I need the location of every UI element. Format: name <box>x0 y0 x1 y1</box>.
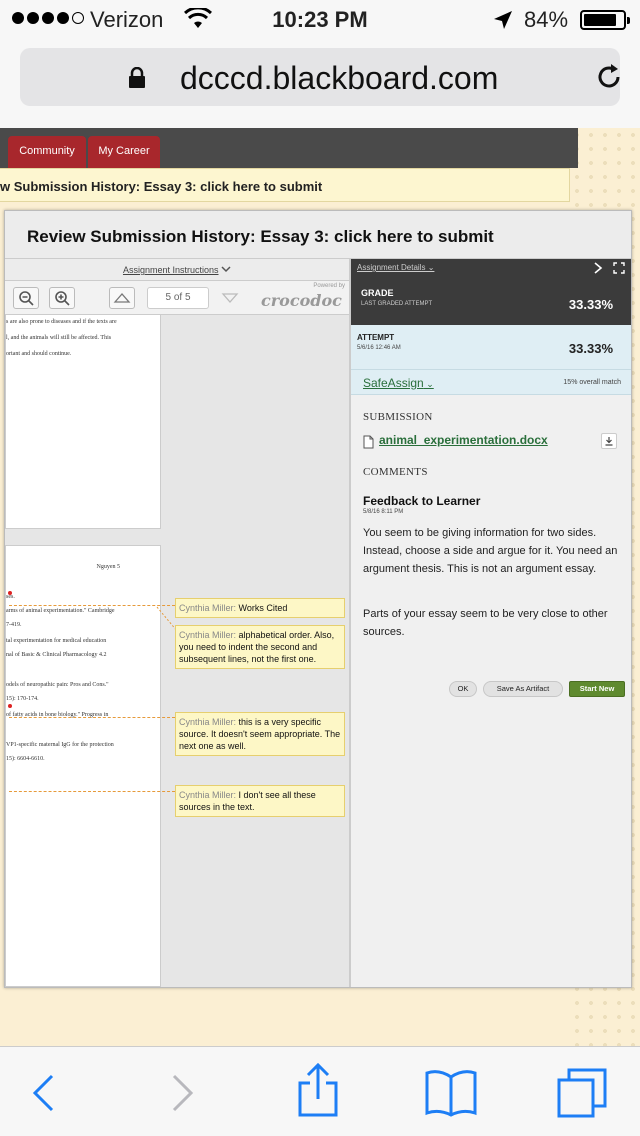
comments-heading: COMMENTS <box>363 466 428 478</box>
viewer-toolbar: 5 of 5 Powered by crocodoc <box>5 281 349 315</box>
annotation-marker[interactable] <box>8 704 12 708</box>
start-new-button[interactable]: Start New <box>569 681 625 697</box>
grade-value: 33.33% <box>568 297 613 312</box>
annotation-note[interactable]: Cynthia Miller: this is a very specific … <box>175 712 345 756</box>
chevron-down-icon <box>221 265 231 275</box>
attempt-label: ATTEMPT <box>357 333 395 342</box>
page-down-icon[interactable] <box>217 287 243 309</box>
doc-line: l, and the animals will still be affecte… <box>6 335 112 341</box>
zoom-out-icon[interactable] <box>13 287 39 309</box>
doc-page-header: Nguyen 5 <box>96 564 121 570</box>
page-counter: 5 of 5 <box>147 287 209 309</box>
page-up-icon[interactable] <box>109 287 135 309</box>
zoom-in-icon[interactable] <box>49 287 75 309</box>
grade-label: GRADE <box>361 288 394 298</box>
status-bar: Verizon 10:23 PM 84% <box>0 0 640 40</box>
crocodoc-logo: crocodoc <box>261 291 342 310</box>
feedback-paragraph: You seem to be giving information for tw… <box>363 527 618 575</box>
course-nav-strip: Community My Career <box>0 128 578 168</box>
safeassign-link[interactable]: SafeAssign ⌄ <box>363 376 434 390</box>
save-as-artifact-button[interactable]: Save As Artifact <box>483 681 563 697</box>
safeassign-match: 15% overall match <box>563 379 621 386</box>
back-icon[interactable] <box>30 1073 56 1118</box>
submission-heading: SUBMISSION <box>363 411 433 423</box>
doc-line: s are also prone to diseases and if the … <box>6 319 117 325</box>
details-panel: Assignment Details ⌄ GRADE LAST GRADED A… <box>351 259 631 987</box>
tab-my-career[interactable]: My Career <box>88 136 160 168</box>
review-submission-modal: Review Submission History: Essay 3: clic… <box>4 210 632 988</box>
attempt-summary[interactable]: ATTEMPT 5/6/16 12:46 AM 33.33% <box>351 325 631 369</box>
attempt-date: 5/6/16 12:46 AM <box>357 345 401 351</box>
tabs-icon[interactable] <box>556 1067 608 1124</box>
details-top-bar: Assignment Details ⌄ <box>351 259 631 277</box>
bookmarks-icon[interactable] <box>424 1069 478 1122</box>
annotation-note[interactable]: Cynthia Miller: Works Cited <box>175 598 345 618</box>
doc-line: 7-419. <box>6 622 22 628</box>
assignment-instructions-link[interactable]: Assignment Instructions <box>123 265 219 275</box>
web-page: Community My Career w Submission History… <box>0 128 640 1046</box>
doc-line: VP1-specific maternal IgG for the protec… <box>6 742 114 748</box>
ok-button[interactable]: OK <box>449 681 477 697</box>
tab-community[interactable]: Community <box>8 136 86 168</box>
annotation-connector <box>9 717 175 718</box>
safeassign-row: SafeAssign ⌄ 15% overall match <box>351 369 631 395</box>
modal-header: Review Submission History: Essay 3: clic… <box>5 211 631 259</box>
doc-line: 15): 170-174. <box>6 696 39 702</box>
grade-sublabel: LAST GRADED ATTEMPT <box>361 301 433 307</box>
location-arrow-icon <box>492 9 514 37</box>
doc-line: tal experimentation for medical educatio… <box>6 638 107 644</box>
annotation-marker[interactable] <box>8 591 12 595</box>
file-icon <box>363 435 374 454</box>
annotation-author: Cynthia Miller: <box>179 630 237 640</box>
annotation-author: Cynthia Miller: <box>179 790 237 800</box>
modal-title: Review Submission History: Essay 3: clic… <box>27 227 494 246</box>
annotation-note[interactable]: Cynthia Miller: I don't see all these so… <box>175 785 345 817</box>
doc-line: arms of animal experimentation." Cambrid… <box>6 608 115 614</box>
background-page-title: w Submission History: Essay 3: click her… <box>0 168 570 202</box>
battery-percentage: 84% <box>524 7 569 32</box>
powered-by-label: Powered by <box>313 283 345 289</box>
annotation-author: Cynthia Miller: <box>179 717 237 727</box>
feedback-title: Feedback to Learner <box>363 494 481 508</box>
doc-line: ortant and should continue. <box>6 351 72 357</box>
annotation-connector <box>9 791 175 792</box>
browser-toolbar <box>0 1046 640 1136</box>
share-icon[interactable] <box>296 1062 340 1122</box>
url-text[interactable]: dcccd.blackboard.com <box>180 60 498 97</box>
annotation-note[interactable]: Cynthia Miller: alphabetical order. Also… <box>175 625 345 669</box>
address-bar[interactable]: dcccd.blackboard.com <box>20 48 620 106</box>
annotation-text: Works Cited <box>238 603 288 613</box>
doc-line: odels of neuropathic pain: Pros and Cons… <box>6 682 109 688</box>
assignment-details-link[interactable]: Assignment Details ⌄ <box>357 263 434 272</box>
download-icon[interactable] <box>601 433 617 449</box>
attempt-value: 33.33% <box>568 341 613 356</box>
reload-icon[interactable] <box>594 62 624 97</box>
document-page-5: Nguyen 5 ses. arms of animal experimenta… <box>5 545 161 987</box>
feedback-date: 5/8/16 8:11 PM <box>363 509 404 515</box>
battery-icon <box>580 10 630 30</box>
forward-icon[interactable] <box>170 1073 196 1118</box>
grade-summary: GRADE LAST GRADED ATTEMPT 33.33% <box>351 277 631 325</box>
document-page-4: s are also prone to diseases and if the … <box>5 315 161 529</box>
submission-file-link[interactable]: animal_experimentation.docx <box>379 433 548 447</box>
assignment-instructions-bar[interactable]: Assignment Instructions <box>5 259 349 281</box>
annotation-author: Cynthia Miller: <box>179 603 237 613</box>
feedback-paragraph: Parts of your essay seem to be very clos… <box>363 608 608 638</box>
doc-line: 15): 6604-6610. <box>6 756 45 762</box>
doc-line: nal of Basic & Clinical Pharmacology 4.2 <box>6 652 107 658</box>
chevron-right-icon[interactable] <box>593 262 603 276</box>
lock-icon <box>128 66 146 94</box>
annotation-connector <box>9 605 175 606</box>
document-viewer[interactable]: Assignment Instructions 5 of 5 Powered b… <box>5 259 349 987</box>
expand-icon[interactable] <box>613 262 625 276</box>
